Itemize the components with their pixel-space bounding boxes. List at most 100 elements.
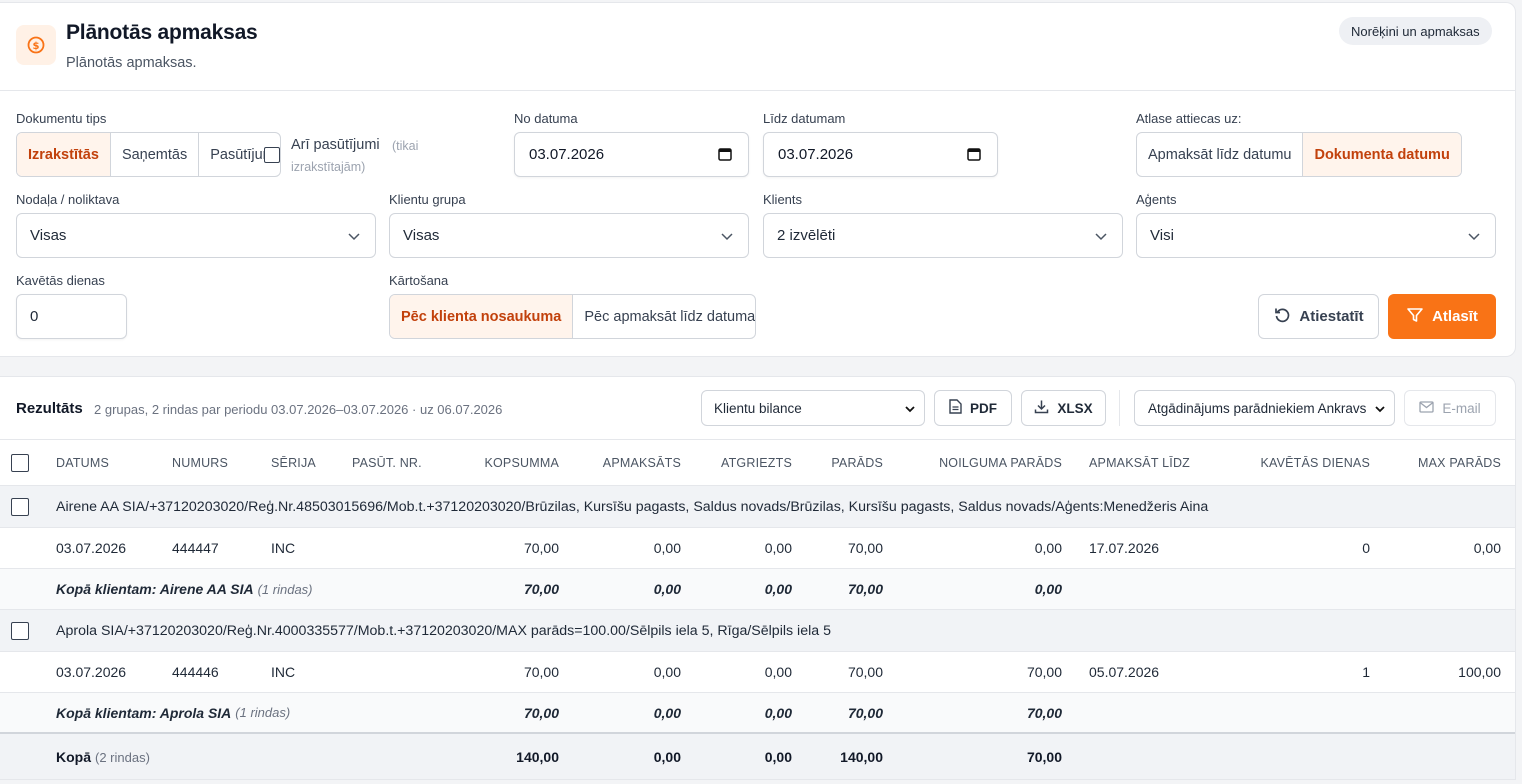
sort-segmented: Pēc klienta nosaukuma Pēc apmaksāt līdz …: [389, 294, 756, 339]
grand-total-debt: 140,00: [840, 749, 883, 765]
to-date-input[interactable]: 03.07.2026: [763, 132, 998, 177]
cell-returned: 0,00: [764, 664, 792, 680]
reset-label: Atiestatīt: [1299, 308, 1364, 325]
overdue-days-input[interactable]: 0: [16, 294, 127, 339]
cell-total: 70,00: [523, 540, 559, 556]
subtotal-count: (1 rindas): [235, 705, 291, 720]
page-title: Plānotās apmaksas: [66, 21, 258, 44]
col-overdue-debt[interactable]: Noilguma parāds: [939, 440, 1062, 485]
section-badge[interactable]: Norēķini un apmaksas: [1339, 17, 1492, 45]
cell-due-date: 17.07.2026: [1089, 540, 1160, 556]
client-select[interactable]: 2 izvēlēti: [763, 213, 1123, 258]
chevron-down-icon: [1094, 229, 1108, 247]
view-select[interactable]: Klientu bilance: [701, 390, 925, 426]
group-header-row: Aprola SIA/+37120203020/Reģ.Nr.400033557…: [0, 610, 1515, 652]
col-total[interactable]: Kopsumma: [484, 440, 559, 485]
pdf-label: PDF: [970, 400, 997, 416]
cell-number: 444446: [172, 664, 219, 680]
subtotal-label: Kopā klientam: Aprola SIA: [56, 704, 232, 721]
col-overdue-days[interactable]: Kavētās dienas: [1260, 440, 1370, 485]
cell-series: INC: [271, 540, 296, 556]
also-orders-label: Arī pasūtījumi: [291, 137, 380, 153]
cell-due-date: 05.07.2026: [1089, 664, 1160, 680]
cell-overdue-debt: 0,00: [1034, 540, 1062, 556]
sort-by-client[interactable]: Pēc klienta nosaukuma: [390, 295, 574, 338]
col-order-no[interactable]: Pasūt. nr.: [352, 440, 422, 485]
xlsx-label: XLSX: [1057, 400, 1093, 416]
doc-type-label: Dokumentu tips: [16, 111, 107, 126]
client-label: Klients: [763, 192, 803, 207]
calendar-icon[interactable]: [718, 147, 732, 165]
filter-label: Atlasīt: [1432, 308, 1478, 325]
subtotal-count: (1 rindas): [257, 581, 313, 597]
col-max-debt[interactable]: Max parāds: [1418, 440, 1501, 485]
select-all-checkbox[interactable]: [11, 440, 29, 485]
grand-total-label: Kopā: [56, 749, 91, 765]
cell-debt: 70,00: [847, 664, 883, 680]
group-header-text: Airene AA SIA/+37120203020/Reģ.Nr.485030…: [56, 498, 1209, 515]
applies-due-date[interactable]: Apmaksāt līdz datumu: [1137, 133, 1304, 176]
from-date-label: No datuma: [514, 111, 578, 126]
download-icon: [1034, 399, 1049, 417]
subtotal-label-cell: Kopā klientam: Airene AA SIA (1 rindas): [56, 569, 313, 609]
cell-overdue-days: 1: [1362, 664, 1370, 680]
sort-by-due-date[interactable]: Pēc apmaksāt līdz datuma: [573, 295, 755, 338]
group-checkbox[interactable]: [11, 486, 29, 527]
grand-total-count: (2 rindas): [95, 749, 150, 765]
mail-icon: [1419, 400, 1435, 416]
chevron-down-icon: [904, 403, 916, 418]
grand-total-paid: 0,00: [653, 749, 681, 765]
toolbar-divider: [1119, 390, 1120, 426]
results-meta: 2 grupas, 2 rindas par periodu 03.07.202…: [94, 402, 503, 417]
col-returned[interactable]: Atgriezts: [721, 440, 792, 485]
chevron-down-icon: [1374, 403, 1386, 418]
col-date[interactable]: Datums: [56, 440, 109, 485]
from-date-input[interactable]: 03.07.2026: [514, 132, 749, 177]
subtotal-overdue-debt: 70,00: [1026, 704, 1062, 721]
dept-select[interactable]: Visas: [16, 213, 376, 258]
group-checkbox[interactable]: [11, 610, 29, 651]
subtotal-total: 70,00: [523, 704, 559, 721]
reminder-select[interactable]: Atgādinājums parādniekiem Ankravs: [1134, 390, 1395, 426]
to-date-value: 03.07.2026: [778, 146, 854, 163]
filter-card: $ Plānotās apmaksas Plānotās apmaksas. N…: [0, 2, 1516, 357]
group-label: Klientu grupa: [389, 192, 466, 207]
results-title: Rezultāts: [16, 400, 83, 417]
to-date-label: Līdz datumam: [763, 111, 846, 126]
agent-value: Visi: [1150, 227, 1174, 244]
grand-total-returned: 0,00: [764, 749, 792, 765]
results-card: Rezultāts 2 grupas, 2 rindas par periodu…: [0, 376, 1516, 780]
client-value: 2 izvēlēti: [777, 227, 836, 244]
col-number[interactable]: Numurs: [172, 440, 228, 485]
cell-date: 03.07.2026: [56, 540, 127, 556]
agent-select[interactable]: Visi: [1136, 213, 1496, 258]
cell-overdue-days: 0: [1362, 540, 1370, 556]
email-button[interactable]: E-mail: [1404, 390, 1496, 426]
col-debt[interactable]: Parāds: [831, 440, 883, 485]
reset-button[interactable]: Atiestatīt: [1258, 294, 1379, 339]
grand-total-overdue-debt: 70,00: [1026, 749, 1062, 765]
table-row[interactable]: 03.07.2026 444447 INC 70,00 0,00 0,00 70…: [0, 528, 1515, 569]
col-series[interactable]: Sērija: [271, 440, 316, 485]
subtotal-overdue-debt: 0,00: [1034, 581, 1062, 597]
page-subtitle: Plānotās apmaksas.: [66, 55, 197, 71]
client-group-select[interactable]: Visas: [389, 213, 749, 258]
applies-doc-date[interactable]: Dokumenta datumu: [1303, 133, 1461, 176]
doc-type-received[interactable]: Saņemtās: [111, 133, 200, 176]
view-select-value: Klientu bilance: [714, 400, 802, 416]
filter-button[interactable]: Atlasīt: [1388, 294, 1496, 339]
pdf-button[interactable]: PDF: [934, 390, 1012, 426]
doc-type-issued[interactable]: Izrakstītās: [17, 133, 111, 176]
xlsx-button[interactable]: XLSX: [1021, 390, 1106, 426]
table-row[interactable]: 03.07.2026 444446 INC 70,00 0,00 0,00 70…: [0, 652, 1515, 693]
col-paid[interactable]: Apmaksāts: [603, 440, 681, 485]
also-orders-checkbox[interactable]: [264, 147, 280, 163]
col-due-date[interactable]: Apmaksāt līdz: [1089, 440, 1190, 485]
calendar-icon[interactable]: [967, 147, 981, 165]
cell-paid: 0,00: [653, 540, 681, 556]
email-label: E-mail: [1442, 400, 1481, 416]
from-date-value: 03.07.2026: [529, 146, 605, 163]
applies-segmented: Apmaksāt līdz datumu Dokumenta datumu: [1136, 132, 1462, 177]
cell-total: 70,00: [523, 664, 559, 680]
dept-label: Nodaļa / noliktava: [16, 192, 120, 207]
